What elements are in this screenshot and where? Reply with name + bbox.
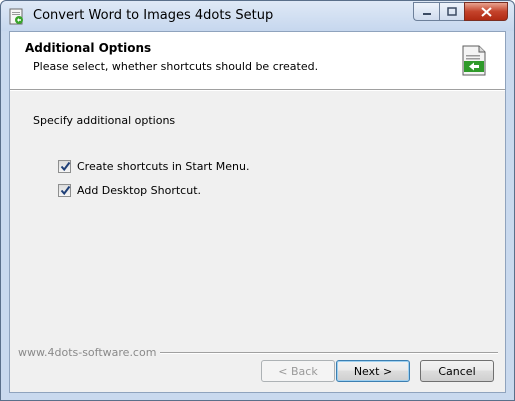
brand-divider <box>160 351 498 354</box>
maximize-icon <box>447 7 457 16</box>
title-bar: Convert Word to Images 4dots Setup <box>1 1 514 31</box>
desktop-shortcut-option[interactable]: Add Desktop Shortcut. <box>58 184 201 197</box>
cancel-button[interactable]: Cancel <box>420 360 494 382</box>
header-divider <box>10 90 505 91</box>
minimize-button[interactable] <box>413 2 439 21</box>
wizard-header: Additional Options Please select, whethe… <box>10 32 505 90</box>
desktop-shortcut-label[interactable]: Add Desktop Shortcut. <box>77 184 201 197</box>
start-menu-shortcut-option[interactable]: Create shortcuts in Start Menu. <box>58 160 249 173</box>
page-subtitle: Please select, whether shortcuts should … <box>33 60 319 73</box>
brand-separator: www.4dots-software.com <box>18 346 498 359</box>
wizard-client-area: Additional Options Please select, whethe… <box>9 31 506 393</box>
setup-app-icon <box>9 8 23 25</box>
check-icon <box>60 185 71 196</box>
back-button[interactable]: < Back <box>261 360 335 382</box>
check-icon <box>60 161 71 172</box>
brand-url: www.4dots-software.com <box>18 346 157 359</box>
minimize-icon <box>422 12 431 15</box>
maximize-button[interactable] <box>439 2 464 21</box>
start-menu-shortcut-checkbox[interactable] <box>58 160 71 173</box>
page-title: Additional Options <box>25 41 152 55</box>
start-menu-shortcut-label[interactable]: Create shortcuts in Start Menu. <box>77 160 249 173</box>
next-button[interactable]: Next > <box>336 360 410 382</box>
installer-icon <box>462 45 486 76</box>
close-button[interactable] <box>464 2 508 21</box>
setup-window: Convert Word to Images 4dots Setup Addit… <box>0 0 515 401</box>
caption-buttons <box>413 2 508 22</box>
close-icon <box>480 6 492 17</box>
desktop-shortcut-checkbox[interactable] <box>58 184 71 197</box>
section-label: Specify additional options <box>33 114 176 127</box>
window-title: Convert Word to Images 4dots Setup <box>33 8 274 23</box>
